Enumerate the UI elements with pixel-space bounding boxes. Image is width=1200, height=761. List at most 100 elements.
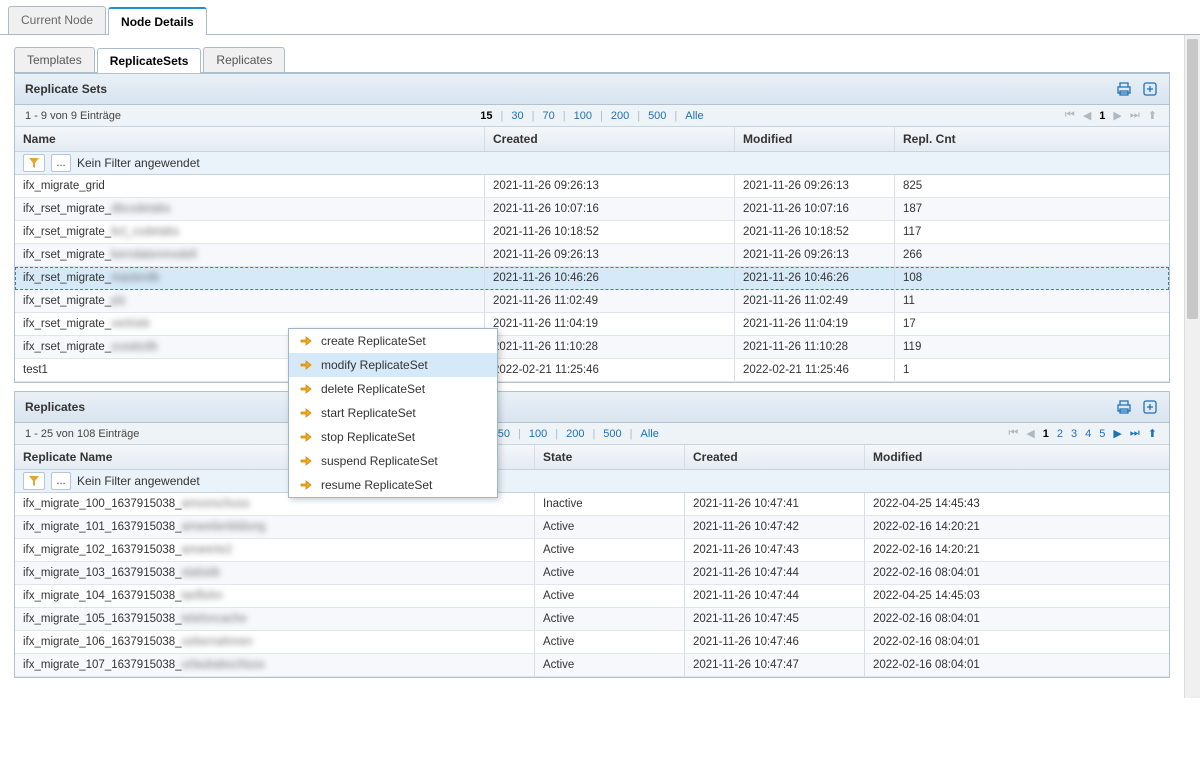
pagesize-100[interactable]: 100 bbox=[525, 428, 551, 440]
cell-state: Active bbox=[535, 631, 685, 653]
cell-modified: 2021-11-26 10:46:26 bbox=[735, 267, 895, 289]
filter-icon[interactable] bbox=[23, 154, 45, 172]
table-row[interactable]: ifx_rset_migrate_dbcodetabs2021-11-26 10… bbox=[15, 198, 1169, 221]
table-row[interactable]: ifx_rset_migrate_masterdb2021-11-26 10:4… bbox=[15, 267, 1169, 290]
pagesize-all[interactable]: Alle bbox=[681, 110, 707, 122]
col-name[interactable]: Name bbox=[15, 127, 485, 151]
cell-created: 2021-11-26 10:47:44 bbox=[685, 562, 865, 584]
context-menu-item[interactable]: delete ReplicateSet bbox=[289, 377, 497, 401]
table-row[interactable]: ifx_migrate_grid2021-11-26 09:26:132021-… bbox=[15, 175, 1169, 198]
pager-last-icon[interactable]: ⏭ bbox=[1128, 427, 1142, 440]
replicates-panel: Replicates 1 - 25 von 108 Einträge | 50|… bbox=[14, 391, 1170, 678]
arrow-right-icon bbox=[299, 478, 313, 492]
tab-current-node[interactable]: Current Node bbox=[8, 6, 106, 34]
col-modified[interactable]: Modified bbox=[865, 445, 1169, 469]
col-state[interactable]: State bbox=[535, 445, 685, 469]
pagesize-15[interactable]: 15 bbox=[476, 110, 496, 122]
pager-next-icon[interactable]: ▶ bbox=[1111, 109, 1123, 122]
export-icon[interactable] bbox=[1141, 80, 1159, 98]
vertical-scrollbar[interactable] bbox=[1184, 35, 1200, 698]
pager-first-icon[interactable]: ⏮ bbox=[1063, 109, 1077, 122]
pagesize-30[interactable]: 30 bbox=[507, 110, 527, 122]
cell-repl-cnt: 11 bbox=[895, 290, 1169, 312]
context-menu-item[interactable]: resume ReplicateSet bbox=[289, 473, 497, 497]
pager-next-icon[interactable]: ▶ bbox=[1111, 427, 1123, 440]
pager-refresh-icon[interactable]: ⬆ bbox=[1146, 427, 1159, 440]
context-menu-item[interactable]: stop ReplicateSet bbox=[289, 425, 497, 449]
pager-page-5[interactable]: 5 bbox=[1097, 428, 1107, 440]
table-row[interactable]: ifx_rset_migrate_vertrieb2021-11-26 11:0… bbox=[15, 313, 1169, 336]
filter-label: Kein Filter angewendet bbox=[77, 156, 200, 170]
cell-created: 2021-11-26 11:02:49 bbox=[485, 290, 735, 312]
pagesize-100[interactable]: 100 bbox=[570, 110, 596, 122]
pager-page-2[interactable]: 2 bbox=[1055, 428, 1065, 440]
table-row[interactable]: ifx_migrate_103_1637915038_statistikActi… bbox=[15, 562, 1169, 585]
tab-templates[interactable]: Templates bbox=[14, 47, 95, 72]
cell-created: 2021-11-26 10:47:42 bbox=[685, 516, 865, 538]
context-menu-item[interactable]: create ReplicateSet bbox=[289, 329, 497, 353]
table-row[interactable]: ifx_rset_migrate_bcl_codetabs2021-11-26 … bbox=[15, 221, 1169, 244]
pager-prev-icon[interactable]: ◀ bbox=[1081, 109, 1093, 122]
pagesize-200[interactable]: 200 bbox=[607, 110, 633, 122]
pagesize-500[interactable]: 500 bbox=[644, 110, 670, 122]
col-repl-cnt[interactable]: Repl. Cnt bbox=[895, 127, 1169, 151]
cell-state: Active bbox=[535, 654, 685, 676]
pager-prev-icon[interactable]: ◀ bbox=[1024, 427, 1036, 440]
context-menu-item[interactable]: suspend ReplicateSet bbox=[289, 449, 497, 473]
table-row[interactable]: ifx_migrate_102_1637915038_amwerte2Activ… bbox=[15, 539, 1169, 562]
cell-state: Active bbox=[535, 562, 685, 584]
pager-page-4[interactable]: 4 bbox=[1083, 428, 1093, 440]
cell-created: 2021-11-26 10:47:43 bbox=[685, 539, 865, 561]
pagesize-500[interactable]: 500 bbox=[599, 428, 625, 440]
pagesize-70[interactable]: 70 bbox=[539, 110, 559, 122]
export-icon[interactable] bbox=[1141, 398, 1159, 416]
col-created[interactable]: Created bbox=[485, 127, 735, 151]
pager-last-icon[interactable]: ⏭ bbox=[1128, 109, 1142, 122]
table-row[interactable]: ifx_rset_migrate_zusatzdb2021-11-26 11:1… bbox=[15, 336, 1169, 359]
cell-name: ifx_rset_migrate_kerndatenmodell bbox=[15, 244, 485, 266]
table-row[interactable]: ifx_migrate_101_1637915038_amweiterbildu… bbox=[15, 516, 1169, 539]
rep-pagesizes: | 50| 100| 200| 500| Alle bbox=[483, 428, 663, 440]
pager-refresh-icon[interactable]: ⬆ bbox=[1146, 109, 1159, 122]
rsets-filter-row: ... Kein Filter angewendet bbox=[15, 152, 1169, 175]
table-row[interactable]: ifx_rset_migrate_kerndatenmodell2021-11-… bbox=[15, 244, 1169, 267]
tab-replicates[interactable]: Replicates bbox=[203, 47, 285, 72]
pagesize-200[interactable]: 200 bbox=[562, 428, 588, 440]
context-menu-item[interactable]: modify ReplicateSet bbox=[289, 353, 497, 377]
context-menu-item[interactable]: start ReplicateSet bbox=[289, 401, 497, 425]
pager-page-3[interactable]: 3 bbox=[1069, 428, 1079, 440]
cell-name: ifx_migrate_grid bbox=[15, 175, 485, 197]
col-modified[interactable]: Modified bbox=[735, 127, 895, 151]
filter-more-button[interactable]: ... bbox=[51, 472, 71, 490]
col-created[interactable]: Created bbox=[685, 445, 865, 469]
cell-created: 2021-11-26 10:47:45 bbox=[685, 608, 865, 630]
print-icon[interactable] bbox=[1115, 398, 1133, 416]
pagesize-all[interactable]: Alle bbox=[637, 428, 663, 440]
filter-more-button[interactable]: ... bbox=[51, 154, 71, 172]
table-row[interactable]: ifx_migrate_100_1637915038_amvorschussIn… bbox=[15, 493, 1169, 516]
panel-title: Replicates bbox=[25, 400, 85, 414]
table-row[interactable]: test12022-02-21 11:25:462022-02-21 11:25… bbox=[15, 359, 1169, 382]
arrow-right-icon bbox=[299, 382, 313, 396]
pager-page-1[interactable]: 1 bbox=[1041, 428, 1051, 440]
cell-state: Active bbox=[535, 608, 685, 630]
cell-repl-cnt: 119 bbox=[895, 336, 1169, 358]
scrollbar-thumb[interactable] bbox=[1187, 39, 1198, 319]
table-row[interactable]: ifx_migrate_104_1637915038_tariflohnActi… bbox=[15, 585, 1169, 608]
pager-first-icon[interactable]: ⏮ bbox=[1006, 427, 1020, 440]
table-row[interactable]: ifx_migrate_106_1637915038_uebernahmenAc… bbox=[15, 631, 1169, 654]
table-row[interactable]: ifx_rset_migrate_plz2021-11-26 11:02:492… bbox=[15, 290, 1169, 313]
print-icon[interactable] bbox=[1115, 80, 1133, 98]
rep-filter-row: ... Kein Filter angewendet bbox=[15, 470, 1169, 493]
filter-icon[interactable] bbox=[23, 472, 45, 490]
cell-replicate-name: ifx_migrate_102_1637915038_amwerte2 bbox=[15, 539, 535, 561]
tab-replicatesets[interactable]: ReplicateSets bbox=[97, 48, 202, 73]
cell-repl-cnt: 117 bbox=[895, 221, 1169, 243]
rsets-pagesizes: 15| 30| 70| 100| 200| 500| Alle bbox=[476, 110, 707, 122]
table-row[interactable]: ifx_migrate_107_1637915038_urlaubabschlu… bbox=[15, 654, 1169, 677]
table-row[interactable]: ifx_migrate_105_1637915038_telefoncacheA… bbox=[15, 608, 1169, 631]
cell-modified: 2022-02-16 08:04:01 bbox=[865, 562, 1169, 584]
tab-node-details[interactable]: Node Details bbox=[108, 7, 207, 35]
pager-page-1[interactable]: 1 bbox=[1097, 110, 1107, 122]
cell-created: 2021-11-26 10:18:52 bbox=[485, 221, 735, 243]
